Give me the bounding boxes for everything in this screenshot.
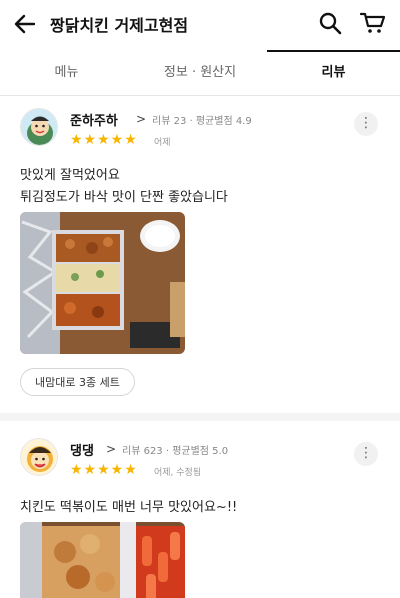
chevron-right-icon[interactable]: > <box>106 442 116 456</box>
review-photo[interactable] <box>20 522 185 598</box>
review-date: 어제 <box>154 138 171 148</box>
avatar[interactable] <box>20 438 58 476</box>
star-rating: ★★★★★ <box>70 132 138 148</box>
review-divider <box>0 413 400 421</box>
food-photo-image <box>20 212 185 354</box>
review-date: 어제, 수정됨 <box>154 468 202 478</box>
tab-bar: 메뉴 정보 · 원산지 리뷰 <box>0 50 400 96</box>
review-text-line: 튀김정도가 바삭 맛이 단짠 좋았습니다 <box>20 190 228 205</box>
star-rating: ★★★★★ <box>70 462 138 478</box>
reviewer-stats: 리뷰 23 · 평균별점 4.9 <box>152 116 252 127</box>
avatar[interactable] <box>20 108 58 146</box>
top-bar: 짱닭치킨 거제고현점 <box>0 0 400 50</box>
back-arrow-icon[interactable] <box>12 11 38 37</box>
ordered-menu-chip[interactable]: 내맘대로 3종 세트 <box>20 368 135 396</box>
more-options-icon[interactable]: ⋮ <box>354 112 378 136</box>
reviewer-name[interactable]: 댕댕 <box>70 440 94 459</box>
tab-info[interactable]: 정보 · 원산지 <box>133 50 267 96</box>
avatar-image <box>21 109 57 145</box>
page-title: 짱닭치킨 거제고현점 <box>50 16 189 35</box>
review-text-line: 치킨도 떡볶이도 매번 너무 맛있어요~!! <box>20 500 238 515</box>
tab-reviews[interactable]: 리뷰 <box>267 50 400 96</box>
food-photo-image <box>20 522 185 598</box>
chevron-right-icon[interactable]: > <box>136 112 146 126</box>
review-text-line: 맛있게 잘먹었어요 <box>20 168 120 183</box>
cart-icon[interactable] <box>360 11 386 35</box>
avatar-image <box>21 439 57 475</box>
reviewer-stats: 리뷰 623 · 평균별점 5.0 <box>122 446 229 457</box>
active-tab-indicator <box>267 50 400 52</box>
search-icon[interactable] <box>318 11 342 35</box>
tab-menu[interactable]: 메뉴 <box>0 50 133 96</box>
review-photo[interactable] <box>20 212 185 354</box>
more-options-icon[interactable]: ⋮ <box>354 442 378 466</box>
reviewer-name[interactable]: 준하주하 <box>70 110 118 129</box>
